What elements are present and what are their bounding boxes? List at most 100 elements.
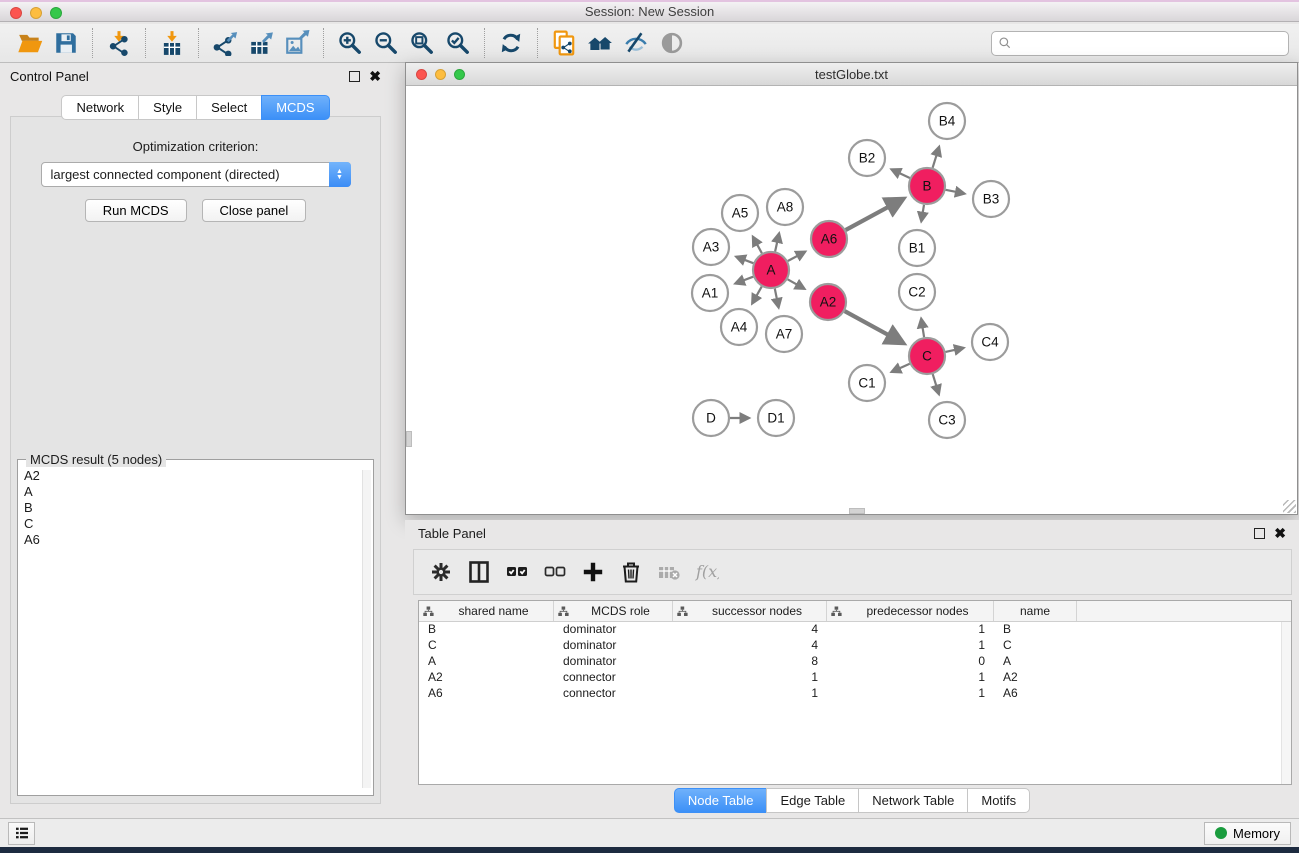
table-scrollbar[interactable] <box>1281 622 1291 784</box>
node-B4[interactable]: B4 <box>929 103 965 139</box>
zoom-out-button[interactable] <box>368 27 404 59</box>
edge-A-A4[interactable] <box>752 287 762 304</box>
table-row[interactable]: A2connector11A2 <box>419 670 1291 686</box>
cell-name[interactable]: A2 <box>994 670 1077 686</box>
cell-shared-name[interactable]: A2 <box>419 670 554 686</box>
edge-A-A1[interactable] <box>735 277 753 284</box>
cell-predecessor-nodes[interactable]: 1 <box>827 638 994 654</box>
cell-MCDS-role[interactable]: connector <box>554 686 673 702</box>
table-settings-button[interactable] <box>424 555 458 589</box>
table-close-icon[interactable]: ✖ <box>1274 528 1286 539</box>
node-B1[interactable]: B1 <box>899 230 935 266</box>
tab-network-table[interactable]: Network Table <box>858 788 967 813</box>
network-window-titlebar[interactable]: testGlobe.txt <box>406 63 1297 86</box>
cell-predecessor-nodes[interactable]: 1 <box>827 686 994 702</box>
edge-A-A5[interactable] <box>753 237 762 254</box>
cell-successor-nodes[interactable]: 4 <box>673 622 827 638</box>
node-D1[interactable]: D1 <box>758 400 794 436</box>
table-row[interactable]: A6connector11A6 <box>419 686 1291 702</box>
edge-A-A6[interactable] <box>788 252 805 261</box>
node-A1[interactable]: A1 <box>692 275 728 311</box>
result-item[interactable]: A <box>24 484 371 500</box>
cell-name[interactable]: A <box>994 654 1077 670</box>
horizontal-scroll-thumb[interactable] <box>849 508 865 514</box>
table-row[interactable]: Adominator80A <box>419 654 1291 670</box>
zoom-in-button[interactable] <box>332 27 368 59</box>
edge-C-C1[interactable] <box>892 364 910 372</box>
result-item[interactable]: A6 <box>24 532 371 548</box>
cell-shared-name[interactable]: C <box>419 638 554 654</box>
deselect-all-rows-button[interactable] <box>538 555 572 589</box>
node-A4[interactable]: A4 <box>721 309 757 345</box>
search-box[interactable] <box>991 31 1289 56</box>
tab-mcds[interactable]: MCDS <box>261 95 329 120</box>
cell-predecessor-nodes[interactable]: 1 <box>827 670 994 686</box>
cell-MCDS-role[interactable]: dominator <box>554 622 673 638</box>
float-panel-icon[interactable] <box>349 71 360 82</box>
show-column-panel-button[interactable] <box>462 555 496 589</box>
node-A3[interactable]: A3 <box>693 229 729 265</box>
edge-B-B3[interactable] <box>946 190 965 194</box>
result-item[interactable]: A2 <box>24 468 371 484</box>
select-all-rows-button[interactable] <box>500 555 534 589</box>
minimize-window-button[interactable] <box>30 7 42 19</box>
cell-successor-nodes[interactable]: 1 <box>673 670 827 686</box>
criterion-dropdown[interactable]: largest connected component (directed) ▲… <box>41 162 351 187</box>
zoom-window-button[interactable] <box>50 7 62 19</box>
node-C1[interactable]: C1 <box>849 365 885 401</box>
run-mcds-button[interactable]: Run MCDS <box>85 199 187 222</box>
cell-predecessor-nodes[interactable]: 1 <box>827 622 994 638</box>
tab-edge-table[interactable]: Edge Table <box>766 788 858 813</box>
open-session-button[interactable] <box>12 27 48 59</box>
node-C4[interactable]: C4 <box>972 324 1008 360</box>
node-A7[interactable]: A7 <box>766 316 802 352</box>
edge-A-A2[interactable] <box>788 279 805 289</box>
import-table-button[interactable] <box>154 27 190 59</box>
cell-successor-nodes[interactable]: 1 <box>673 686 827 702</box>
refresh-button[interactable] <box>493 27 529 59</box>
result-scrollbar[interactable] <box>362 470 371 788</box>
edge-A-A8[interactable] <box>775 233 779 251</box>
close-panel-icon[interactable]: ✖ <box>369 71 381 82</box>
zoom-fit-button[interactable] <box>404 27 440 59</box>
export-network-button[interactable] <box>207 27 243 59</box>
node-B3[interactable]: B3 <box>973 181 1009 217</box>
cell-name[interactable]: C <box>994 638 1077 654</box>
edge-B-B2[interactable] <box>892 169 910 178</box>
column-header-predecessor-nodes[interactable]: predecessor nodes <box>827 601 994 621</box>
export-image-button[interactable] <box>279 27 315 59</box>
edge-C-C3[interactable] <box>933 374 939 394</box>
node-C2[interactable]: C2 <box>899 274 935 310</box>
edge-C-C2[interactable] <box>921 319 924 338</box>
result-item[interactable]: B <box>24 500 371 516</box>
search-input[interactable] <box>1016 36 1282 50</box>
node-B2[interactable]: B2 <box>849 140 885 176</box>
cell-name[interactable]: A6 <box>994 686 1077 702</box>
show-panels-button[interactable] <box>8 822 35 845</box>
node-A6[interactable]: A6 <box>811 221 847 257</box>
tab-network[interactable]: Network <box>61 95 138 120</box>
show-all-button[interactable] <box>654 27 690 59</box>
tab-select[interactable]: Select <box>196 95 261 120</box>
network-close-button[interactable] <box>416 69 427 80</box>
column-header-successor-nodes[interactable]: successor nodes <box>673 601 827 621</box>
cell-successor-nodes[interactable]: 4 <box>673 638 827 654</box>
node-D[interactable]: D <box>693 400 729 436</box>
cell-predecessor-nodes[interactable]: 0 <box>827 654 994 670</box>
node-B[interactable]: B <box>909 168 945 204</box>
column-header-shared-name[interactable]: shared name <box>419 601 554 621</box>
edge-B-B4[interactable] <box>933 147 940 168</box>
hide-selected-button[interactable] <box>618 27 654 59</box>
network-zoom-button[interactable] <box>454 69 465 80</box>
edge-B-B1[interactable] <box>921 205 924 222</box>
result-item[interactable]: C <box>24 516 371 532</box>
resize-grip[interactable] <box>1283 500 1296 513</box>
edge-A6-B[interactable] <box>846 199 904 230</box>
add-column-button[interactable] <box>576 555 610 589</box>
node-A5[interactable]: A5 <box>722 195 758 231</box>
close-window-button[interactable] <box>10 7 22 19</box>
tab-style[interactable]: Style <box>138 95 196 120</box>
edge-A2-C[interactable] <box>845 311 904 343</box>
node-C3[interactable]: C3 <box>929 402 965 438</box>
network-canvas[interactable]: B4B2BB3A5A8A6B1A3AA1C2A2A4A7C4CC1C3DD1 <box>406 86 1297 514</box>
